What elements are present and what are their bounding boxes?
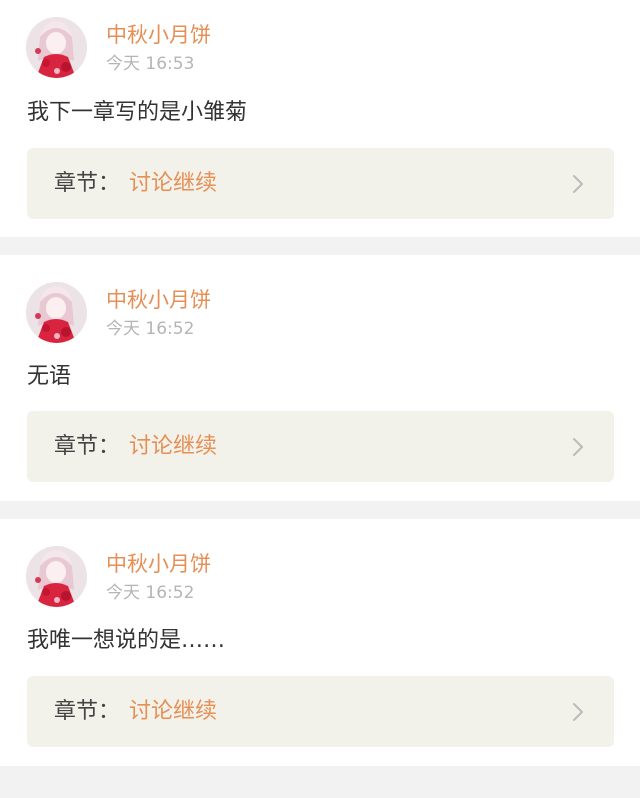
chapter-link-button[interactable]: 章节： 讨论继续: [27, 148, 614, 219]
chevron-right-icon: [572, 702, 584, 722]
timestamp: 今天 16:53: [106, 54, 195, 74]
comment-text: 无语: [27, 364, 72, 389]
comment-card: 中秋小月饼 今天 16:52 我唯一想说的是…… 章节： 讨论继续: [0, 519, 640, 766]
comment-card: 中秋小月饼 今天 16:52 无语 章节： 讨论继续: [0, 255, 640, 501]
timestamp: 今天 16:52: [106, 583, 195, 603]
comment-card: 中秋小月饼 今天 16:53 我下一章写的是小雏菊 章节： 讨论继续: [0, 0, 640, 237]
chapter-link-button[interactable]: 章节： 讨论继续: [27, 676, 614, 747]
username[interactable]: 中秋小月饼: [106, 549, 211, 579]
chapter-title: 讨论继续: [129, 434, 218, 459]
anime-avatar-icon: [26, 546, 87, 607]
avatar[interactable]: [26, 17, 87, 78]
chapter-title: 讨论继续: [129, 171, 218, 196]
chapter-title: 讨论继续: [129, 699, 218, 724]
comment-text: 我唯一想说的是……: [27, 628, 226, 653]
comment-feed: 中秋小月饼 今天 16:53 我下一章写的是小雏菊 章节： 讨论继续 中秋小月饼…: [0, 0, 640, 766]
chevron-right-icon: [572, 174, 584, 194]
comment-text: 我下一章写的是小雏菊: [27, 100, 248, 125]
username[interactable]: 中秋小月饼: [106, 20, 211, 50]
chapter-label: 章节：: [54, 434, 121, 459]
anime-avatar-icon: [26, 17, 87, 78]
avatar[interactable]: [26, 282, 87, 343]
chapter-label: 章节：: [54, 171, 121, 196]
chapter-link-button[interactable]: 章节： 讨论继续: [27, 411, 614, 482]
chevron-right-icon: [572, 437, 584, 457]
anime-avatar-icon: [26, 282, 87, 343]
timestamp: 今天 16:52: [106, 319, 195, 339]
chapter-label: 章节：: [54, 699, 121, 724]
avatar[interactable]: [26, 546, 87, 607]
username[interactable]: 中秋小月饼: [106, 285, 211, 315]
